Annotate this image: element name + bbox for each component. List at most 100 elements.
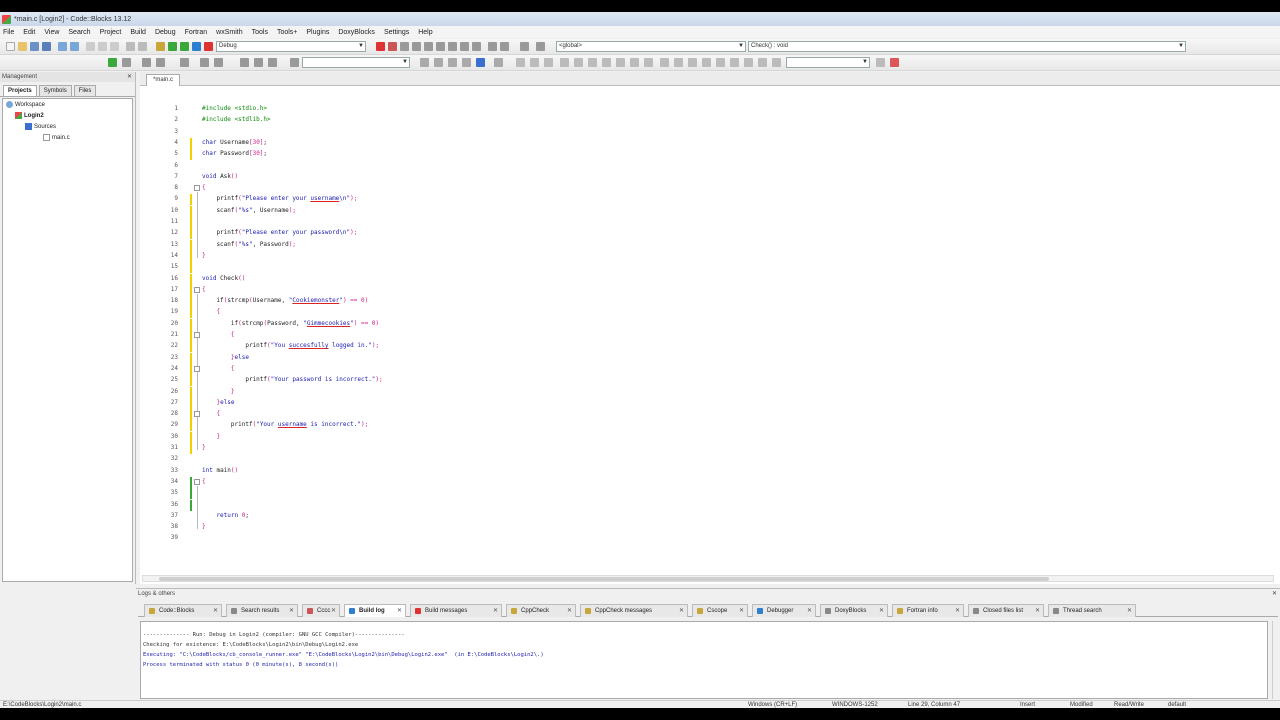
close-icon[interactable]: ✕: [1035, 605, 1040, 617]
debug-icon[interactable]: [376, 42, 385, 51]
regex-icon[interactable]: [122, 58, 131, 67]
next-instruction-icon[interactable]: [436, 42, 445, 51]
tool-icon[interactable]: [758, 58, 767, 67]
doxy-html-icon[interactable]: [462, 58, 471, 67]
next-line-icon[interactable]: [400, 42, 409, 51]
cut-icon[interactable]: [86, 42, 95, 51]
close-icon[interactable]: ✕: [1272, 589, 1277, 599]
tool-icon[interactable]: [588, 58, 597, 67]
run-to-cursor-icon[interactable]: [388, 42, 397, 51]
close-icon[interactable]: ✕: [955, 605, 960, 617]
step-out-icon[interactable]: [424, 42, 433, 51]
build-log-output[interactable]: -------------- Run: Debug in Login2 (com…: [140, 621, 1268, 699]
fold-marker-icon[interactable]: [194, 411, 200, 418]
function-select[interactable]: Check() : void ▼: [748, 41, 1186, 52]
redo-icon[interactable]: [70, 42, 79, 51]
fold-marker-icon[interactable]: [194, 365, 200, 372]
log-tab-build-messages[interactable]: Build messages ✕: [410, 604, 502, 617]
close-icon[interactable]: ✕: [739, 605, 744, 617]
log-tab-closed-files-list[interactable]: Closed files list ✕: [968, 604, 1044, 617]
doxy-run-icon[interactable]: [448, 58, 457, 67]
tool-icon[interactable]: [772, 58, 781, 67]
log-tab-debugger[interactable]: Debugger ✕: [752, 604, 816, 617]
log-tab-cppcheck[interactable]: CppCheck ✕: [506, 604, 576, 617]
next-icon[interactable]: [254, 58, 263, 67]
tree-workspace[interactable]: Workspace: [6, 101, 45, 108]
log-tab-cccc[interactable]: Cccc ✕: [302, 604, 340, 617]
prev-bookmark-icon[interactable]: [200, 58, 209, 67]
close-icon[interactable]: ✕: [127, 72, 132, 82]
new-file-icon[interactable]: [6, 42, 15, 51]
line-icon[interactable]: [530, 58, 539, 67]
tool-icon[interactable]: [702, 58, 711, 67]
tool-icon[interactable]: [574, 58, 583, 67]
tool-icon[interactable]: [660, 58, 669, 67]
debug-windows-icon[interactable]: [488, 42, 497, 51]
menu-fortran[interactable]: Fortran: [185, 29, 208, 36]
tool-icon[interactable]: [890, 58, 899, 67]
close-icon[interactable]: ✕: [807, 605, 812, 617]
log-tab-cppcheck-messages[interactable]: CppCheck messages ✕: [580, 604, 688, 617]
tool-icon[interactable]: [716, 58, 725, 67]
menu-file[interactable]: File: [3, 29, 14, 36]
rebuild-icon[interactable]: [192, 42, 201, 51]
menu-plugins[interactable]: Plugins: [306, 29, 329, 36]
find-icon[interactable]: [126, 42, 135, 51]
menu-help[interactable]: Help: [418, 29, 432, 36]
code-area[interactable]: #include <stdio.h> #include <stdlib.h> cha…: [202, 87, 1272, 569]
tree-project[interactable]: Login2: [15, 112, 44, 119]
doxy-chm-icon[interactable]: [476, 58, 485, 67]
undo-icon[interactable]: [58, 42, 67, 51]
log-tab-code-blocks[interactable]: Code::Blocks ✕: [144, 604, 222, 617]
menu-edit[interactable]: Edit: [23, 29, 35, 36]
prev-icon[interactable]: [240, 58, 249, 67]
save-icon[interactable]: [30, 42, 39, 51]
tool-icon[interactable]: [674, 58, 683, 67]
fold-marker-icon[interactable]: [194, 286, 200, 293]
abort-icon[interactable]: [204, 42, 213, 51]
close-icon[interactable]: ✕: [1127, 605, 1132, 617]
log-tab-cscope[interactable]: Cscope ✕: [692, 604, 748, 617]
insert-icon[interactable]: [544, 58, 553, 67]
tab-files[interactable]: Files: [73, 85, 97, 96]
close-icon[interactable]: ✕: [493, 605, 498, 617]
menu-project[interactable]: Project: [100, 29, 122, 36]
close-icon[interactable]: ✕: [567, 605, 572, 617]
menu-tools-[interactable]: Tools+: [277, 29, 297, 36]
build-gear-icon[interactable]: [156, 42, 165, 51]
build-and-run-icon[interactable]: [180, 42, 189, 51]
search-icon[interactable]: [290, 58, 299, 67]
stop-debug-icon[interactable]: [472, 42, 481, 51]
tab-symbols[interactable]: Symbols: [38, 85, 72, 96]
tool-icon[interactable]: [876, 58, 885, 67]
menu-settings[interactable]: Settings: [384, 29, 409, 36]
tool-icon[interactable]: [616, 58, 625, 67]
zoom-combo[interactable]: ▼: [786, 57, 870, 68]
jump-forward-icon[interactable]: [536, 42, 545, 51]
log-tab-doxyblocks[interactable]: DoxyBlocks ✕: [820, 604, 888, 617]
uncomment-icon[interactable]: [156, 58, 165, 67]
build-target-select[interactable]: Debug ▼: [216, 41, 366, 52]
jump-back-icon[interactable]: [520, 42, 529, 51]
next-bookmark-icon[interactable]: [214, 58, 223, 67]
tool-icon[interactable]: [744, 58, 753, 67]
paste-icon[interactable]: [110, 42, 119, 51]
replace-icon[interactable]: [138, 42, 147, 51]
tree-sources-folder[interactable]: Sources: [25, 123, 56, 130]
doxy-config-icon[interactable]: [494, 58, 503, 67]
tool-icon[interactable]: [688, 58, 697, 67]
tool-icon[interactable]: [644, 58, 653, 67]
menu-debug[interactable]: Debug: [155, 29, 176, 36]
copy-icon[interactable]: [98, 42, 107, 51]
scope-select[interactable]: <global> ▼: [556, 41, 746, 52]
match-icon[interactable]: [108, 58, 117, 67]
vertical-scrollbar[interactable]: [1272, 621, 1280, 699]
open-folder-icon[interactable]: [18, 42, 27, 51]
fold-marker-icon[interactable]: [194, 478, 200, 485]
menu-build[interactable]: Build: [130, 29, 146, 36]
close-icon[interactable]: ✕: [331, 605, 336, 617]
save-all-icon[interactable]: [42, 42, 51, 51]
highlight-icon[interactable]: [268, 58, 277, 67]
menu-wxsmith[interactable]: wxSmith: [216, 29, 242, 36]
close-icon[interactable]: ✕: [679, 605, 684, 617]
